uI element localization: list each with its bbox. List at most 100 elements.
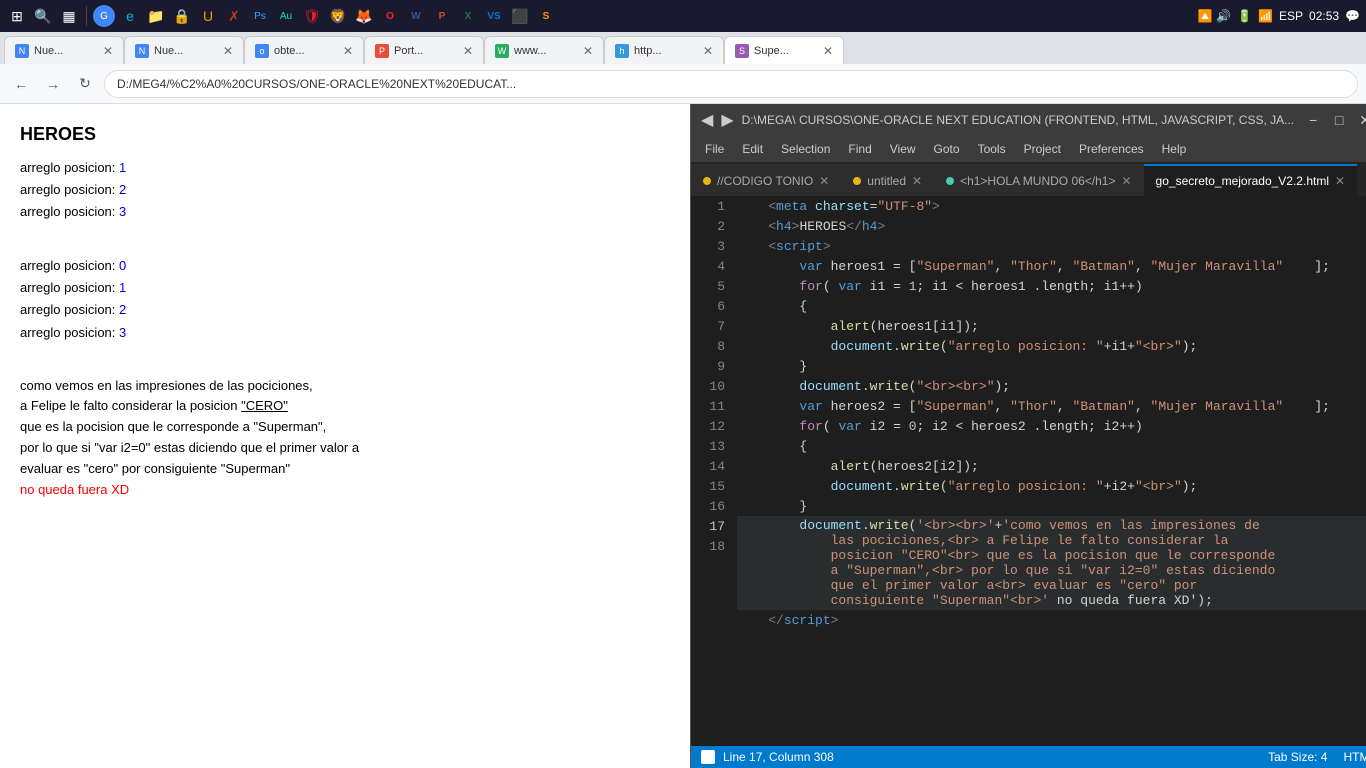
editor-nav-back[interactable]: ◀ [701, 110, 713, 130]
bitdefender-icon[interactable]: 🛡 [301, 5, 323, 27]
menu-preferences[interactable]: Preferences [1071, 140, 1152, 158]
tab-modified-dot [946, 177, 954, 185]
menu-view[interactable]: View [882, 140, 924, 158]
browser-tab-4[interactable]: P Port... ✕ [364, 36, 484, 64]
powerpoint-icon[interactable]: P [431, 5, 453, 27]
sublime-icon[interactable]: S [535, 5, 557, 27]
terminal-icon[interactable]: ⬛ [509, 5, 531, 27]
menu-goto[interactable]: Goto [926, 140, 968, 158]
menu-tools[interactable]: Tools [970, 140, 1014, 158]
description-section: como vemos en las impresiones de las poc… [20, 376, 670, 501]
taskbar: ⊞ 🔍 ▦ G e 📁 🔒 U ✗ Ps Au 🛡 🦁 🦊 O W P X VS… [0, 0, 1366, 32]
code-line-12: for( var i2 = 0; i2 < heroes2 .length; i… [737, 416, 1366, 436]
audition-icon[interactable]: Au [275, 5, 297, 27]
maximize-button[interactable]: □ [1328, 109, 1350, 131]
search-icon[interactable]: 🔍 [32, 5, 54, 27]
start-button[interactable]: ⊞ [6, 5, 28, 27]
word-icon[interactable]: W [405, 5, 427, 27]
browser-tab-5[interactable]: W www... ✕ [484, 36, 604, 64]
tab-close-6[interactable]: ✕ [703, 44, 713, 58]
status-right: Tab Size: 4 HTML [1268, 750, 1366, 764]
tab-label: obte... [274, 45, 305, 57]
tab-favicon: o [255, 44, 269, 58]
opera-icon[interactable]: O [379, 5, 401, 27]
chrome-icon[interactable]: G [93, 5, 115, 27]
vscode-icon[interactable]: VS [483, 5, 505, 27]
url-bar[interactable]: D:/MEG4/%C2%A0%20CURSOS/ONE-ORACLE%20NEX… [104, 70, 1358, 98]
forward-button[interactable]: → [40, 71, 66, 97]
no-queda-text: no queda fuera XD [20, 482, 129, 497]
menu-edit[interactable]: Edit [734, 140, 771, 158]
line-num-2: 2 [691, 216, 733, 236]
browser-tab-active[interactable]: S Supe... ✕ [724, 36, 844, 64]
minimize-button[interactable]: − [1302, 109, 1324, 131]
browser-tab-2[interactable]: N Nue... ✕ [124, 36, 244, 64]
back-button[interactable]: ← [8, 71, 34, 97]
line-col-status: Line 17, Column 308 [723, 750, 834, 764]
tab-close-4[interactable]: ✕ [463, 44, 473, 58]
tab-size-status[interactable]: Tab Size: 4 [1268, 750, 1327, 764]
editor-tab-close[interactable]: ✕ [1335, 174, 1345, 188]
line-num-10: 10 [691, 376, 733, 396]
editor-tab-close[interactable]: ✕ [819, 174, 829, 188]
menu-project[interactable]: Project [1016, 140, 1069, 158]
editor-tab-1[interactable]: //CODIGO TONIO ✕ [691, 164, 841, 196]
status-left: Line 17, Column 308 [701, 750, 834, 764]
editor-nav-forward[interactable]: ▶ [721, 110, 733, 130]
menu-selection[interactable]: Selection [773, 140, 838, 158]
file-manager-icon[interactable]: 📁 [145, 5, 167, 27]
line-num-12: 12 [691, 416, 733, 436]
code-line-4: var heroes1 = ["Superman", "Thor", "Batm… [737, 256, 1366, 276]
language-status[interactable]: HTML [1343, 750, 1366, 764]
tab-favicon: h [615, 44, 629, 58]
tab-close-5[interactable]: ✕ [583, 44, 593, 58]
tab-close-3[interactable]: ✕ [343, 44, 353, 58]
notification-icon[interactable]: 💬 [1345, 9, 1360, 23]
code-line-1: <meta charset="UTF-8"> [737, 196, 1366, 216]
line-num-5: 5 [691, 276, 733, 296]
line-num-16: 16 [691, 496, 733, 516]
browser-tab-1[interactable]: N Nue... ✕ [4, 36, 124, 64]
list-item: arreglo posicion: 1 [20, 157, 670, 179]
add-tab-button[interactable]: + [1357, 164, 1366, 196]
edge-icon[interactable]: e [119, 5, 141, 27]
browser-tab-3[interactable]: o obte... ✕ [244, 36, 364, 64]
tab-label: Supe... [754, 45, 789, 57]
close-button[interactable]: ✕ [1354, 109, 1366, 131]
editor-tab-4-active[interactable]: go_secreto_mejorado_V2.2.html ✕ [1144, 164, 1358, 196]
app1-icon[interactable]: U [197, 5, 219, 27]
excel-icon[interactable]: X [457, 5, 479, 27]
antivirus-icon[interactable]: 🔒 [171, 5, 193, 27]
editor-tab-label: untitled [867, 174, 906, 188]
tab-close-2[interactable]: ✕ [223, 44, 233, 58]
photoshop-icon[interactable]: Ps [249, 5, 271, 27]
list-item: arreglo posicion: 3 [20, 322, 670, 344]
list-item: arreglo posicion: 0 [20, 255, 670, 277]
tab-close-1[interactable]: ✕ [103, 44, 113, 58]
editor-tab-2[interactable]: untitled ✕ [841, 164, 934, 196]
tab-close-active[interactable]: ✕ [823, 44, 833, 58]
reload-button[interactable]: ↻ [72, 71, 98, 97]
browser-tab-6[interactable]: h http... ✕ [604, 36, 724, 64]
editor-titlebar: ◀ ▶ D:\MEGA\ CURSOS\ONE-ORACLE NEXT EDUC… [691, 104, 1366, 136]
app2-icon[interactable]: ✗ [223, 5, 245, 27]
menu-find[interactable]: Find [840, 140, 879, 158]
code-area[interactable]: <meta charset="UTF-8"> <h4>HEROES</h4> <… [733, 196, 1366, 746]
tab-label: http... [634, 45, 662, 57]
tab-label: www... [514, 45, 546, 57]
brave-icon[interactable]: 🦁 [327, 5, 349, 27]
firefox-icon[interactable]: 🦊 [353, 5, 375, 27]
url-text: D:/MEG4/%C2%A0%20CURSOS/ONE-ORACLE%20NEX… [117, 77, 516, 91]
editor-tab-close[interactable]: ✕ [912, 174, 922, 188]
line-num-14: 14 [691, 456, 733, 476]
task-view-icon[interactable]: ▦ [58, 5, 80, 27]
editor-tab-close[interactable]: ✕ [1121, 174, 1131, 188]
line-num-11: 11 [691, 396, 733, 416]
menu-help[interactable]: Help [1154, 140, 1195, 158]
tab-label: Port... [394, 45, 423, 57]
code-line-13: { [737, 436, 1366, 456]
tab-modified-dot [853, 177, 861, 185]
menu-file[interactable]: File [697, 140, 732, 158]
editor-tab-3[interactable]: <h1>HOLA MUNDO 06</h1> ✕ [934, 164, 1143, 196]
list-item: arreglo posicion: 2 [20, 299, 670, 321]
